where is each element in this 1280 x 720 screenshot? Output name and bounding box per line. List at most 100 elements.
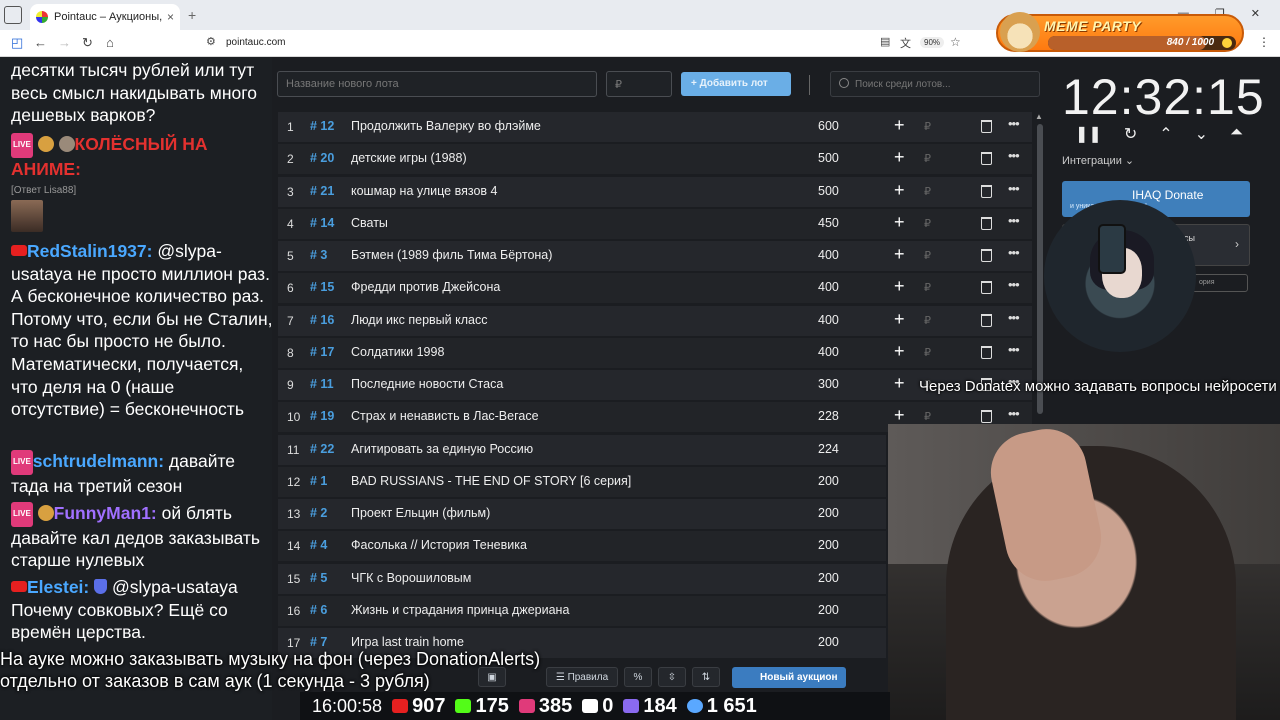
chevron-down-icon[interactable]: ⌄ bbox=[1195, 124, 1208, 144]
lot-amount[interactable]: 400 bbox=[818, 313, 839, 327]
lot-id[interactable]: # 19 bbox=[310, 409, 334, 423]
lot-amount[interactable]: 224 bbox=[818, 442, 839, 456]
lot-amount[interactable]: 500 bbox=[818, 151, 839, 165]
integrations-dropdown[interactable]: Интеграции ⌄ bbox=[1062, 154, 1134, 167]
lot-name[interactable]: Фредди против Джейсона bbox=[351, 280, 500, 294]
lot-amount[interactable]: 200 bbox=[818, 635, 839, 649]
lot-name[interactable]: Продолжить Валерку во флэйме bbox=[351, 119, 541, 133]
lot-row[interactable]: 11 # 22 Агитировать за единую Россию 224 bbox=[278, 434, 886, 465]
split-icon[interactable]: ⇳ bbox=[658, 667, 686, 687]
lot-amount[interactable]: 450 bbox=[818, 216, 839, 230]
lot-amount[interactable]: 200 bbox=[818, 603, 839, 617]
lot-search-input[interactable]: Поиск среди лотов... bbox=[830, 71, 1040, 97]
forward-icon[interactable]: → bbox=[58, 35, 71, 50]
lot-name[interactable]: Последние новости Стаса bbox=[351, 377, 503, 391]
lot-name[interactable]: кошмар на улице вязов 4 bbox=[351, 184, 497, 198]
lot-amount[interactable]: 400 bbox=[818, 280, 839, 294]
lot-row[interactable]: 12 # 1 BAD RUSSIANS - THE END OF STORY [6 … bbox=[278, 466, 886, 497]
lot-name[interactable]: Проект Ельцин (фильм) bbox=[351, 506, 490, 520]
lot-amount[interactable]: 400 bbox=[818, 248, 839, 262]
trash-icon[interactable] bbox=[981, 120, 992, 133]
lot-id[interactable]: # 4 bbox=[310, 538, 327, 552]
lot-id[interactable]: # 21 bbox=[310, 184, 334, 198]
lot-amount[interactable]: 500 bbox=[818, 184, 839, 198]
bookmark-star-icon[interactable]: ☆ bbox=[950, 35, 961, 49]
lot-amount[interactable]: 400 bbox=[818, 345, 839, 359]
lot-name[interactable]: Страх и ненависть в Лас-Вегасе bbox=[351, 409, 539, 423]
lot-id[interactable]: # 6 bbox=[310, 603, 327, 617]
more-options-icon[interactable]: ••• bbox=[1008, 148, 1020, 163]
lot-name[interactable]: Жизнь и страдания принца джериана bbox=[351, 603, 569, 617]
lot-id[interactable]: # 15 bbox=[310, 280, 334, 294]
reader-mode-icon[interactable]: ▤ bbox=[880, 35, 890, 48]
browser-tab[interactable]: Pointauc – Аукционы, лотереи × bbox=[30, 4, 180, 30]
lot-name[interactable]: Агитировать за единую Россию bbox=[351, 442, 533, 456]
lot-amount[interactable]: 200 bbox=[818, 506, 839, 520]
lot-id[interactable]: # 1 bbox=[310, 474, 327, 488]
lot-name[interactable]: BAD RUSSIANS - THE END OF STORY [6 серия… bbox=[351, 474, 631, 488]
reload-icon[interactable]: ↻ bbox=[82, 35, 93, 51]
lot-amount[interactable]: 228 bbox=[818, 409, 839, 423]
lot-row[interactable]: 13 # 2 Проект Ельцин (фильм) 200 bbox=[278, 499, 886, 529]
tab-actions-icon[interactable] bbox=[4, 6, 22, 24]
add-amount-icon[interactable]: + bbox=[894, 244, 905, 265]
lot-name[interactable]: ЧГК с Ворошиловым bbox=[351, 571, 471, 585]
more-options-icon[interactable]: ••• bbox=[1008, 277, 1020, 292]
translate-icon[interactable]: 文 bbox=[900, 35, 911, 51]
lot-id[interactable]: # 16 bbox=[310, 313, 334, 327]
trash-icon[interactable] bbox=[981, 152, 992, 166]
lot-id[interactable]: # 22 bbox=[310, 442, 334, 456]
add-amount-icon[interactable]: + bbox=[894, 147, 905, 168]
reset-icon[interactable]: ↻ bbox=[1124, 124, 1137, 144]
new-lot-amount-input[interactable]: ₽ bbox=[606, 71, 672, 97]
add-amount-icon[interactable]: + bbox=[894, 309, 905, 330]
add-amount-icon[interactable]: + bbox=[894, 212, 905, 233]
chevron-up-icon[interactable]: ⌃ bbox=[1159, 124, 1172, 144]
lot-row[interactable]: 6 # 15 Фредди против Джейсона 400 + ₽ ••• bbox=[278, 273, 1032, 304]
site-info-icon[interactable]: ⚙ bbox=[206, 35, 216, 48]
percent-button[interactable]: % bbox=[624, 667, 652, 687]
lot-id[interactable]: # 7 bbox=[310, 635, 327, 649]
more-options-icon[interactable]: ••• bbox=[1008, 213, 1020, 228]
zoom-level[interactable]: 90% bbox=[920, 37, 945, 48]
save-icon[interactable]: ▣ bbox=[478, 667, 506, 687]
lot-id[interactable]: # 12 bbox=[310, 119, 334, 133]
lot-row[interactable]: 7 # 16 Люди икс первый класс 400 + ₽ ••• bbox=[278, 305, 1032, 336]
lot-id[interactable]: # 2 bbox=[310, 506, 327, 520]
lot-row[interactable]: 15 # 5 ЧГК с Ворошиловым 200 bbox=[278, 563, 886, 594]
trash-icon[interactable] bbox=[981, 249, 992, 262]
lot-name[interactable]: детские игры (1988) bbox=[351, 151, 467, 165]
lot-row[interactable]: 4 # 14 Сваты 450 + ₽ ••• bbox=[278, 208, 1032, 239]
add-amount-icon[interactable]: + bbox=[894, 341, 905, 362]
lots-scrollbar[interactable] bbox=[1037, 124, 1043, 414]
trash-icon[interactable] bbox=[981, 184, 992, 198]
more-options-icon[interactable]: ••• bbox=[1008, 310, 1020, 325]
lot-id[interactable]: # 5 bbox=[310, 571, 327, 585]
lot-id[interactable]: # 20 bbox=[310, 151, 334, 165]
lot-name[interactable]: Люди икс первый класс bbox=[351, 313, 487, 327]
more-options-icon[interactable]: ••• bbox=[1008, 116, 1020, 131]
scroll-up-icon[interactable]: ▲ bbox=[1035, 112, 1043, 121]
lot-row[interactable]: 3 # 21 кошмар на улице вязов 4 500 + ₽ ••• bbox=[278, 176, 1032, 207]
lot-amount[interactable]: 600 bbox=[818, 119, 839, 133]
lot-row[interactable]: 5 # 3 Бэтмен (1989 филь Тима Бёртона) 400 + ₽… bbox=[278, 241, 1032, 271]
sort-icon[interactable]: ⇅ bbox=[692, 667, 720, 687]
lot-name[interactable]: Игра last train home bbox=[351, 635, 464, 649]
lot-name[interactable]: Сваты bbox=[351, 216, 388, 230]
double-chevron-up-icon[interactable]: ⏶ bbox=[1230, 124, 1243, 144]
back-icon[interactable]: ← bbox=[34, 35, 47, 50]
lot-row[interactable]: 1 # 12 Продолжить Валерку во флэйме 600 + ₽ ••… bbox=[278, 112, 1032, 142]
lot-id[interactable]: # 3 bbox=[310, 248, 327, 262]
lot-row[interactable]: 8 # 17 Солдатики 1998 400 + ₽ ••• bbox=[278, 337, 1032, 368]
trash-icon[interactable] bbox=[981, 345, 992, 359]
lot-name[interactable]: Бэтмен (1989 филь Тима Бёртона) bbox=[351, 248, 552, 262]
add-amount-icon[interactable]: + bbox=[894, 115, 905, 136]
lot-id[interactable]: # 14 bbox=[310, 216, 334, 230]
pause-icon[interactable]: ❚❚ bbox=[1075, 124, 1102, 144]
lot-row[interactable]: 2 # 20 детские игры (1988) 500 + ₽ ••• bbox=[278, 144, 1032, 175]
add-amount-icon[interactable]: + bbox=[894, 180, 905, 201]
lot-amount[interactable]: 200 bbox=[818, 538, 839, 552]
lot-amount[interactable]: 200 bbox=[818, 474, 839, 488]
close-tab-icon[interactable]: × bbox=[167, 10, 174, 24]
new-lot-name-input[interactable]: Название нового лота bbox=[277, 71, 597, 97]
